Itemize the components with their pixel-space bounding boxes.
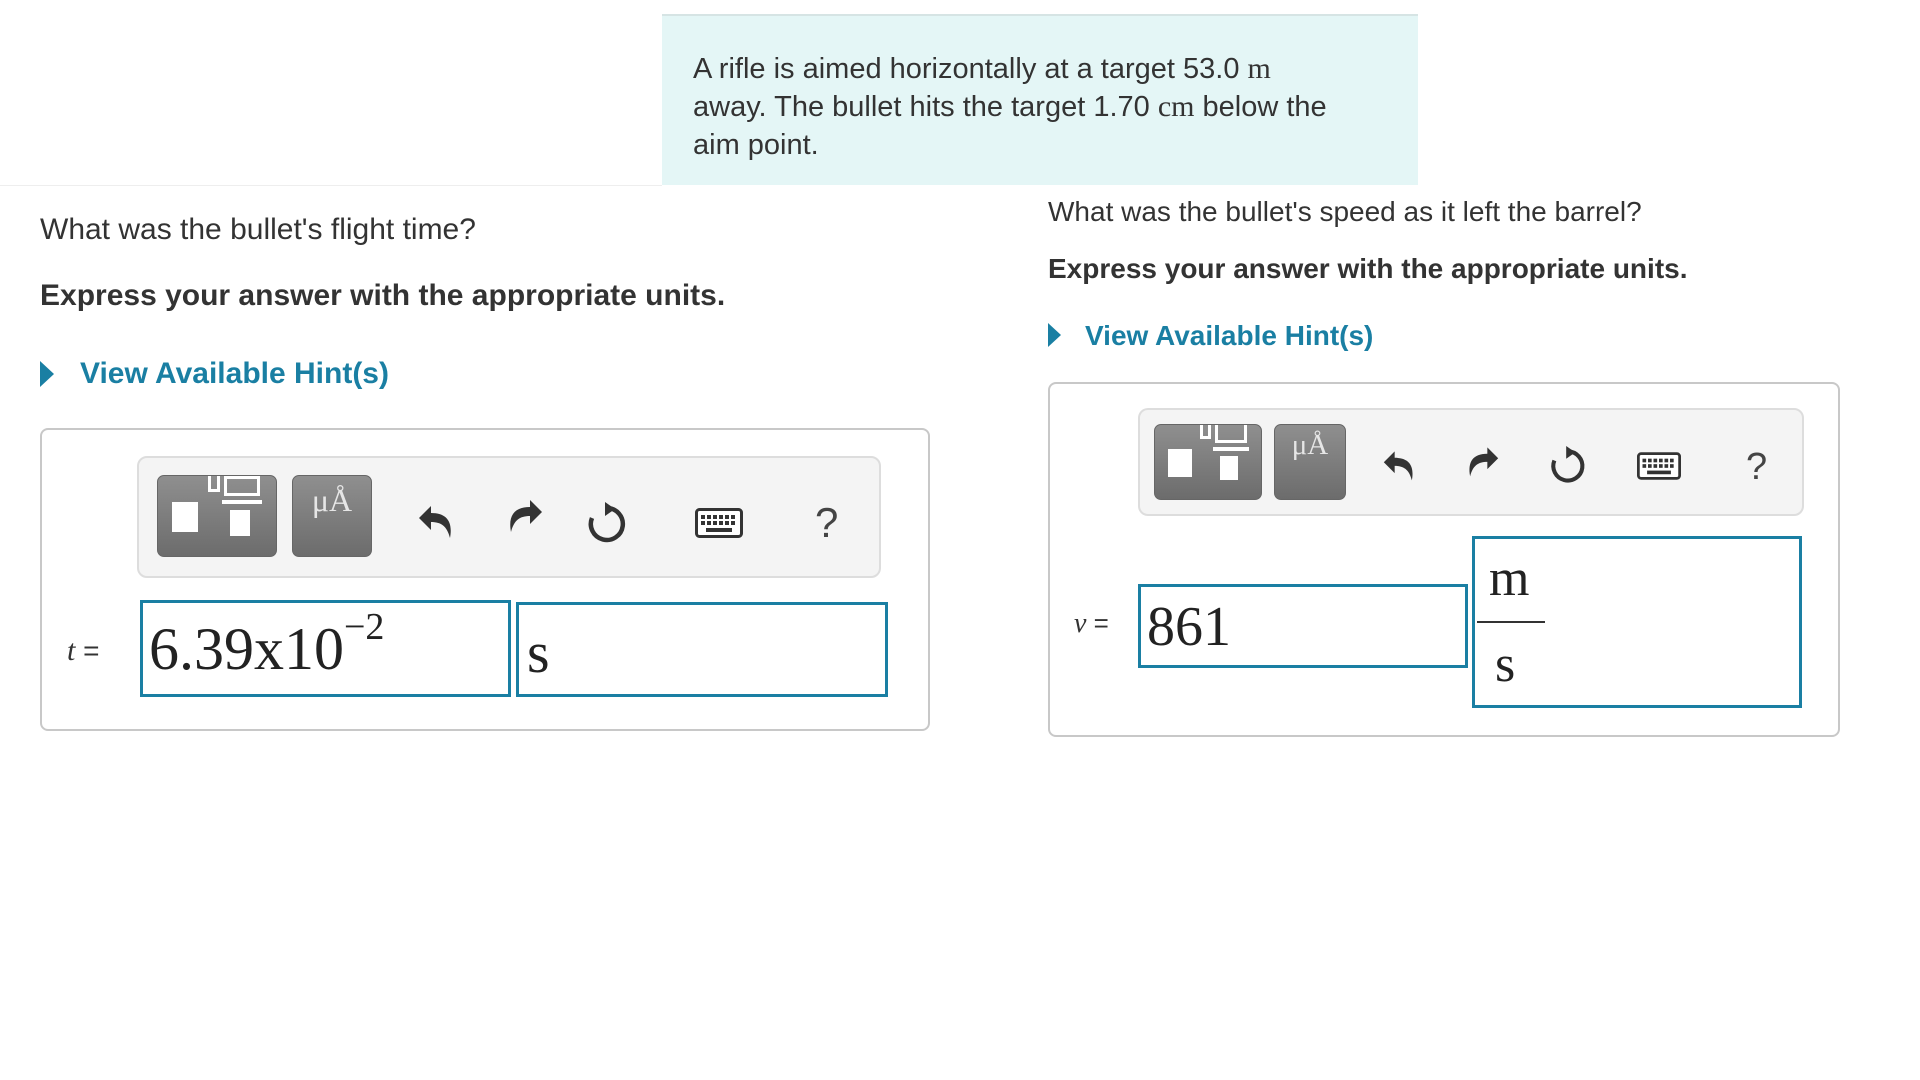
expand-triangle-icon	[40, 361, 54, 387]
fraction-template-icon	[158, 476, 278, 558]
undo-icon[interactable]	[1382, 446, 1420, 484]
value-exponent: −2	[344, 606, 385, 648]
value-mantissa: 6.39x10	[149, 616, 344, 682]
fraction-template-button[interactable]	[1154, 424, 1262, 500]
help-button[interactable]: ?	[815, 499, 838, 547]
reset-icon[interactable]	[585, 502, 629, 546]
undo-icon[interactable]	[417, 500, 459, 542]
part-a-unit-input[interactable]: s	[516, 602, 888, 697]
problem-text-4: aim point.	[693, 129, 819, 161]
part-a-value-input[interactable]: 6.39x10−2	[140, 600, 511, 697]
keyboard-icon[interactable]	[695, 508, 743, 538]
problem-text-3: below the	[1194, 91, 1327, 123]
part-a-instruction: Express your answer with the appropriate…	[40, 279, 726, 312]
part-a-answer-box: μÅ ? t = 6.39x10−2 s	[40, 428, 930, 731]
equals-sign: =	[83, 635, 100, 666]
problem-text-1: A rifle is aimed horizontally at a targe…	[693, 53, 1248, 85]
variable-t: t	[67, 634, 76, 667]
part-b-toolbar: μÅ ?	[1138, 408, 1804, 516]
units-button[interactable]: μÅ	[292, 475, 372, 557]
part-b-hint-link[interactable]: View Available Hint(s)	[1085, 320, 1373, 352]
problem-unit-m: m	[1247, 52, 1271, 85]
problem-text-2: away. The bullet hits the target 1.70	[693, 91, 1158, 123]
redo-icon[interactable]	[1462, 442, 1500, 480]
part-b-unit-input[interactable]: m s	[1472, 536, 1802, 708]
units-button-label: μÅ	[311, 482, 353, 518]
help-button[interactable]: ?	[1746, 446, 1767, 489]
part-a-variable-label: t =	[67, 634, 99, 668]
section-divider	[0, 185, 662, 186]
fraction-template-button[interactable]	[157, 475, 277, 557]
part-a-hint-toggle[interactable]: View Available Hint(s)	[40, 357, 440, 393]
part-a-toolbar: μÅ ?	[137, 456, 881, 578]
part-a-hint-link[interactable]: View Available Hint(s)	[80, 357, 389, 391]
unit-numerator-m: m	[1489, 550, 1530, 607]
fraction-template-icon	[1155, 425, 1263, 501]
unit-s: s	[527, 620, 550, 685]
redo-icon[interactable]	[502, 494, 544, 536]
part-b-hint-toggle[interactable]: View Available Hint(s)	[1048, 320, 1448, 354]
reset-icon[interactable]	[1548, 446, 1588, 486]
units-button[interactable]: μÅ	[1274, 424, 1346, 500]
units-button-label: μÅ	[1291, 429, 1329, 461]
expand-triangle-icon	[1048, 323, 1061, 347]
part-b-answer-box: μÅ ? v = 861 m s	[1048, 382, 1840, 737]
part-b-instruction: Express your answer with the appropriate…	[1048, 253, 1688, 284]
problem-unit-cm: cm	[1157, 90, 1195, 123]
keyboard-icon[interactable]	[1637, 452, 1681, 480]
value-861: 861	[1147, 596, 1231, 658]
variable-v: v	[1074, 608, 1087, 639]
part-b-question: What was the bullet's speed as it left t…	[1048, 196, 1642, 227]
part-b-value-input[interactable]: 861	[1138, 584, 1468, 668]
fraction-bar	[1477, 621, 1545, 623]
unit-denominator-s: s	[1495, 636, 1516, 693]
part-a-question: What was the bullet's flight time?	[40, 213, 476, 246]
part-b-variable-label: v =	[1074, 608, 1109, 640]
equals-sign: =	[1093, 608, 1109, 638]
problem-statement: A rifle is aimed horizontally at a targe…	[662, 14, 1418, 185]
